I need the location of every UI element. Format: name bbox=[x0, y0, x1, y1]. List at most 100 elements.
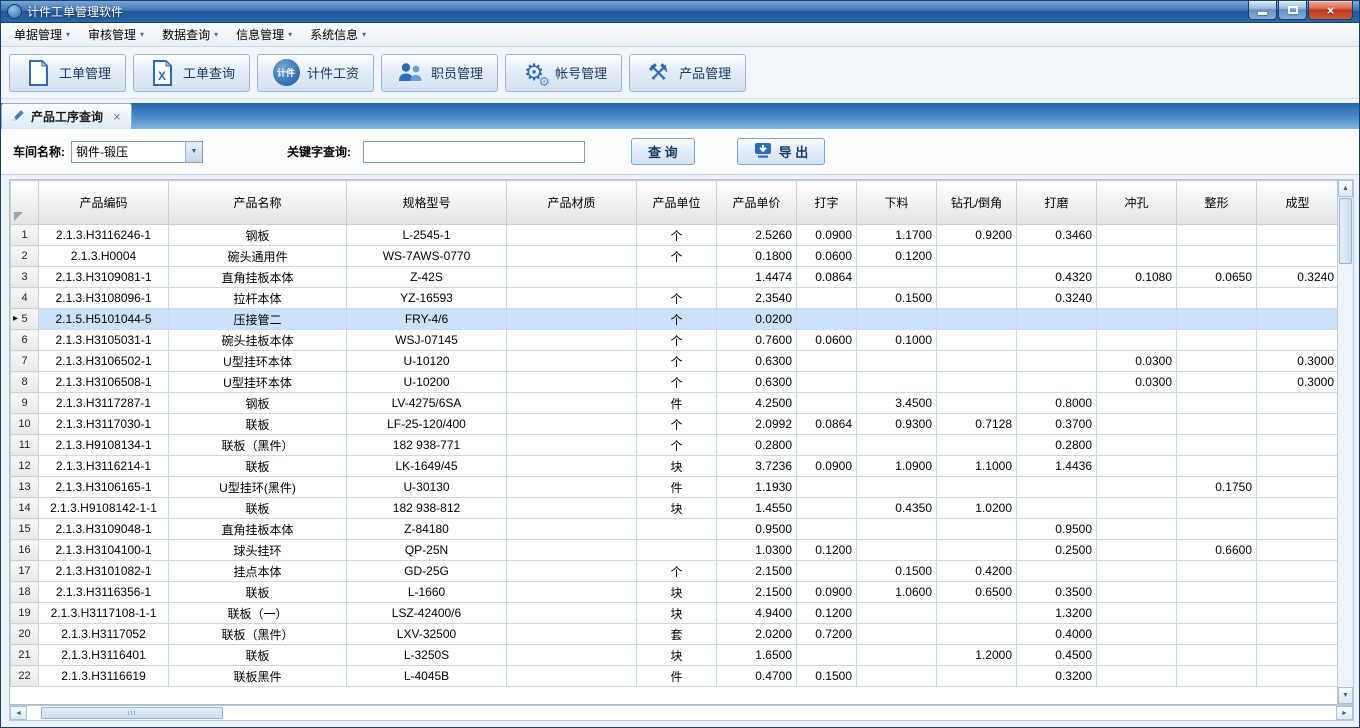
grid-cell[interactable]: YZ-16593 bbox=[347, 288, 507, 309]
grid-cell[interactable]: 个 bbox=[637, 246, 717, 267]
row-number[interactable]: 19 bbox=[11, 603, 39, 624]
grid-cell[interactable]: 0.1500 bbox=[857, 288, 937, 309]
grid-cell[interactable]: 182 938-771 bbox=[347, 435, 507, 456]
row-number[interactable]: 21 bbox=[11, 645, 39, 666]
grid-cell[interactable] bbox=[507, 267, 637, 288]
grid-cell[interactable]: 1.0600 bbox=[857, 582, 937, 603]
grid-cell[interactable] bbox=[1177, 519, 1257, 540]
grid-cell[interactable] bbox=[857, 666, 937, 687]
grid-cell[interactable] bbox=[937, 267, 1017, 288]
grid-cell[interactable]: 直角挂板本体 bbox=[169, 267, 347, 288]
grid-cell[interactable] bbox=[1097, 645, 1177, 666]
grid-cell[interactable]: 个 bbox=[637, 309, 717, 330]
grid-cell[interactable]: 0.4320 bbox=[1017, 267, 1097, 288]
grid-cell[interactable]: 2.1.3.H3101082-1 bbox=[39, 561, 169, 582]
grid-cell[interactable] bbox=[637, 519, 717, 540]
column-header[interactable]: 打磨 bbox=[1017, 181, 1097, 225]
row-number[interactable]: 16 bbox=[11, 540, 39, 561]
grid-cell[interactable] bbox=[1177, 288, 1257, 309]
grid-cell[interactable]: 1.1930 bbox=[717, 477, 797, 498]
grid-cell[interactable]: 1.0900 bbox=[857, 456, 937, 477]
grid-cell[interactable]: 2.1.3.H9108142-1-1 bbox=[39, 498, 169, 519]
grid-cell[interactable] bbox=[1257, 666, 1338, 687]
grid-cell[interactable] bbox=[937, 666, 1017, 687]
grid-cell[interactable]: 2.1.3.H3109048-1 bbox=[39, 519, 169, 540]
grid-cell[interactable]: 2.0200 bbox=[717, 624, 797, 645]
grid-cell[interactable]: 0.1200 bbox=[857, 246, 937, 267]
grid-cell[interactable]: 个 bbox=[637, 351, 717, 372]
grid-cell[interactable]: 1.4436 bbox=[1017, 456, 1097, 477]
grid-cell[interactable]: 个 bbox=[637, 288, 717, 309]
grid-cell[interactable] bbox=[507, 225, 637, 246]
grid-cell[interactable] bbox=[937, 246, 1017, 267]
row-number[interactable]: 6 bbox=[11, 330, 39, 351]
grid-cell[interactable]: QP-25N bbox=[347, 540, 507, 561]
grid-cell[interactable]: 联板（黑件） bbox=[169, 435, 347, 456]
grid-cell[interactable] bbox=[1177, 414, 1257, 435]
grid-cell[interactable] bbox=[507, 519, 637, 540]
grid-cell[interactable] bbox=[1257, 435, 1338, 456]
grid-cell[interactable] bbox=[857, 351, 937, 372]
grid-cell[interactable] bbox=[1257, 393, 1338, 414]
grid-cell[interactable] bbox=[1097, 561, 1177, 582]
scroll-right-button[interactable]: ► bbox=[1336, 706, 1353, 720]
grid-cell[interactable] bbox=[937, 624, 1017, 645]
grid-cell[interactable] bbox=[1177, 645, 1257, 666]
grid-cell[interactable]: U-10120 bbox=[347, 351, 507, 372]
grid-cell[interactable]: 0.1750 bbox=[1177, 477, 1257, 498]
grid-cell[interactable]: 0.0900 bbox=[797, 582, 857, 603]
grid-cell[interactable] bbox=[1257, 309, 1338, 330]
grid-cell[interactable] bbox=[1257, 519, 1338, 540]
row-number[interactable]: 7 bbox=[11, 351, 39, 372]
grid-cell[interactable] bbox=[1257, 477, 1338, 498]
grid-cell[interactable]: 1.6500 bbox=[717, 645, 797, 666]
grid-cell[interactable] bbox=[1257, 330, 1338, 351]
grid-cell[interactable]: 钢板 bbox=[169, 393, 347, 414]
grid-cell[interactable] bbox=[1177, 582, 1257, 603]
table-row[interactable]: 142.1.3.H9108142-1-1联板182 938-812块1.4550… bbox=[11, 498, 1338, 519]
table-row[interactable]: 182.1.3.H3116356-1联板L-1660块2.15000.09001… bbox=[11, 582, 1338, 603]
grid-cell[interactable] bbox=[857, 624, 937, 645]
table-row[interactable]: 222.1.3.H3116619联板黑件L-4045B件0.47000.1500… bbox=[11, 666, 1338, 687]
employee-manage-button[interactable]: 职员管理 bbox=[381, 54, 498, 92]
grid-cell[interactable] bbox=[937, 477, 1017, 498]
grid-cell[interactable] bbox=[857, 540, 937, 561]
row-number[interactable]: 1 bbox=[11, 225, 39, 246]
grid-cell[interactable] bbox=[507, 330, 637, 351]
grid-cell[interactable] bbox=[507, 435, 637, 456]
grid-cell[interactable] bbox=[507, 666, 637, 687]
close-button[interactable]: × bbox=[1308, 1, 1353, 20]
grid-cell[interactable]: 0.4200 bbox=[937, 561, 1017, 582]
grid-cell[interactable] bbox=[1257, 498, 1338, 519]
grid-cell[interactable] bbox=[857, 309, 937, 330]
grid-cell[interactable] bbox=[857, 435, 937, 456]
table-row[interactable]: 202.1.3.H3117052联板（黑件）LXV-32500套2.02000.… bbox=[11, 624, 1338, 645]
column-header[interactable]: 成型 bbox=[1257, 181, 1338, 225]
grid-cell[interactable]: 拉杆本体 bbox=[169, 288, 347, 309]
table-row[interactable]: 92.1.3.H3117287-1钢板LV-4275/6SA件4.25003.4… bbox=[11, 393, 1338, 414]
grid-cell[interactable]: U-10200 bbox=[347, 372, 507, 393]
grid-cell[interactable] bbox=[507, 561, 637, 582]
grid-cell[interactable]: 直角挂板本体 bbox=[169, 519, 347, 540]
grid-cell[interactable] bbox=[1097, 456, 1177, 477]
table-row[interactable]: 162.1.3.H3104100-1球头挂环QP-25N1.03000.1200… bbox=[11, 540, 1338, 561]
grid-cell[interactable]: 0.9300 bbox=[857, 414, 937, 435]
grid-cell[interactable]: 2.1.3.H3104100-1 bbox=[39, 540, 169, 561]
grid-cell[interactable]: 4.9400 bbox=[717, 603, 797, 624]
export-button[interactable]: 导 出 bbox=[737, 138, 826, 165]
grid-cell[interactable] bbox=[1017, 330, 1097, 351]
grid-cell[interactable]: 个 bbox=[637, 330, 717, 351]
grid-cell[interactable]: 2.1.3.H3116401 bbox=[39, 645, 169, 666]
row-number[interactable]: 11 bbox=[11, 435, 39, 456]
grid-cell[interactable] bbox=[797, 351, 857, 372]
grid-cell[interactable] bbox=[1177, 393, 1257, 414]
grid-cell[interactable]: 0.9500 bbox=[1017, 519, 1097, 540]
grid-cell[interactable] bbox=[797, 435, 857, 456]
grid-cell[interactable] bbox=[507, 246, 637, 267]
query-button[interactable]: 查 询 bbox=[631, 138, 695, 165]
grid-cell[interactable]: 0.0600 bbox=[797, 330, 857, 351]
grid-cell[interactable] bbox=[857, 603, 937, 624]
grid-cell[interactable] bbox=[937, 393, 1017, 414]
grid-cell[interactable] bbox=[797, 498, 857, 519]
grid-cell[interactable]: 0.6300 bbox=[717, 351, 797, 372]
